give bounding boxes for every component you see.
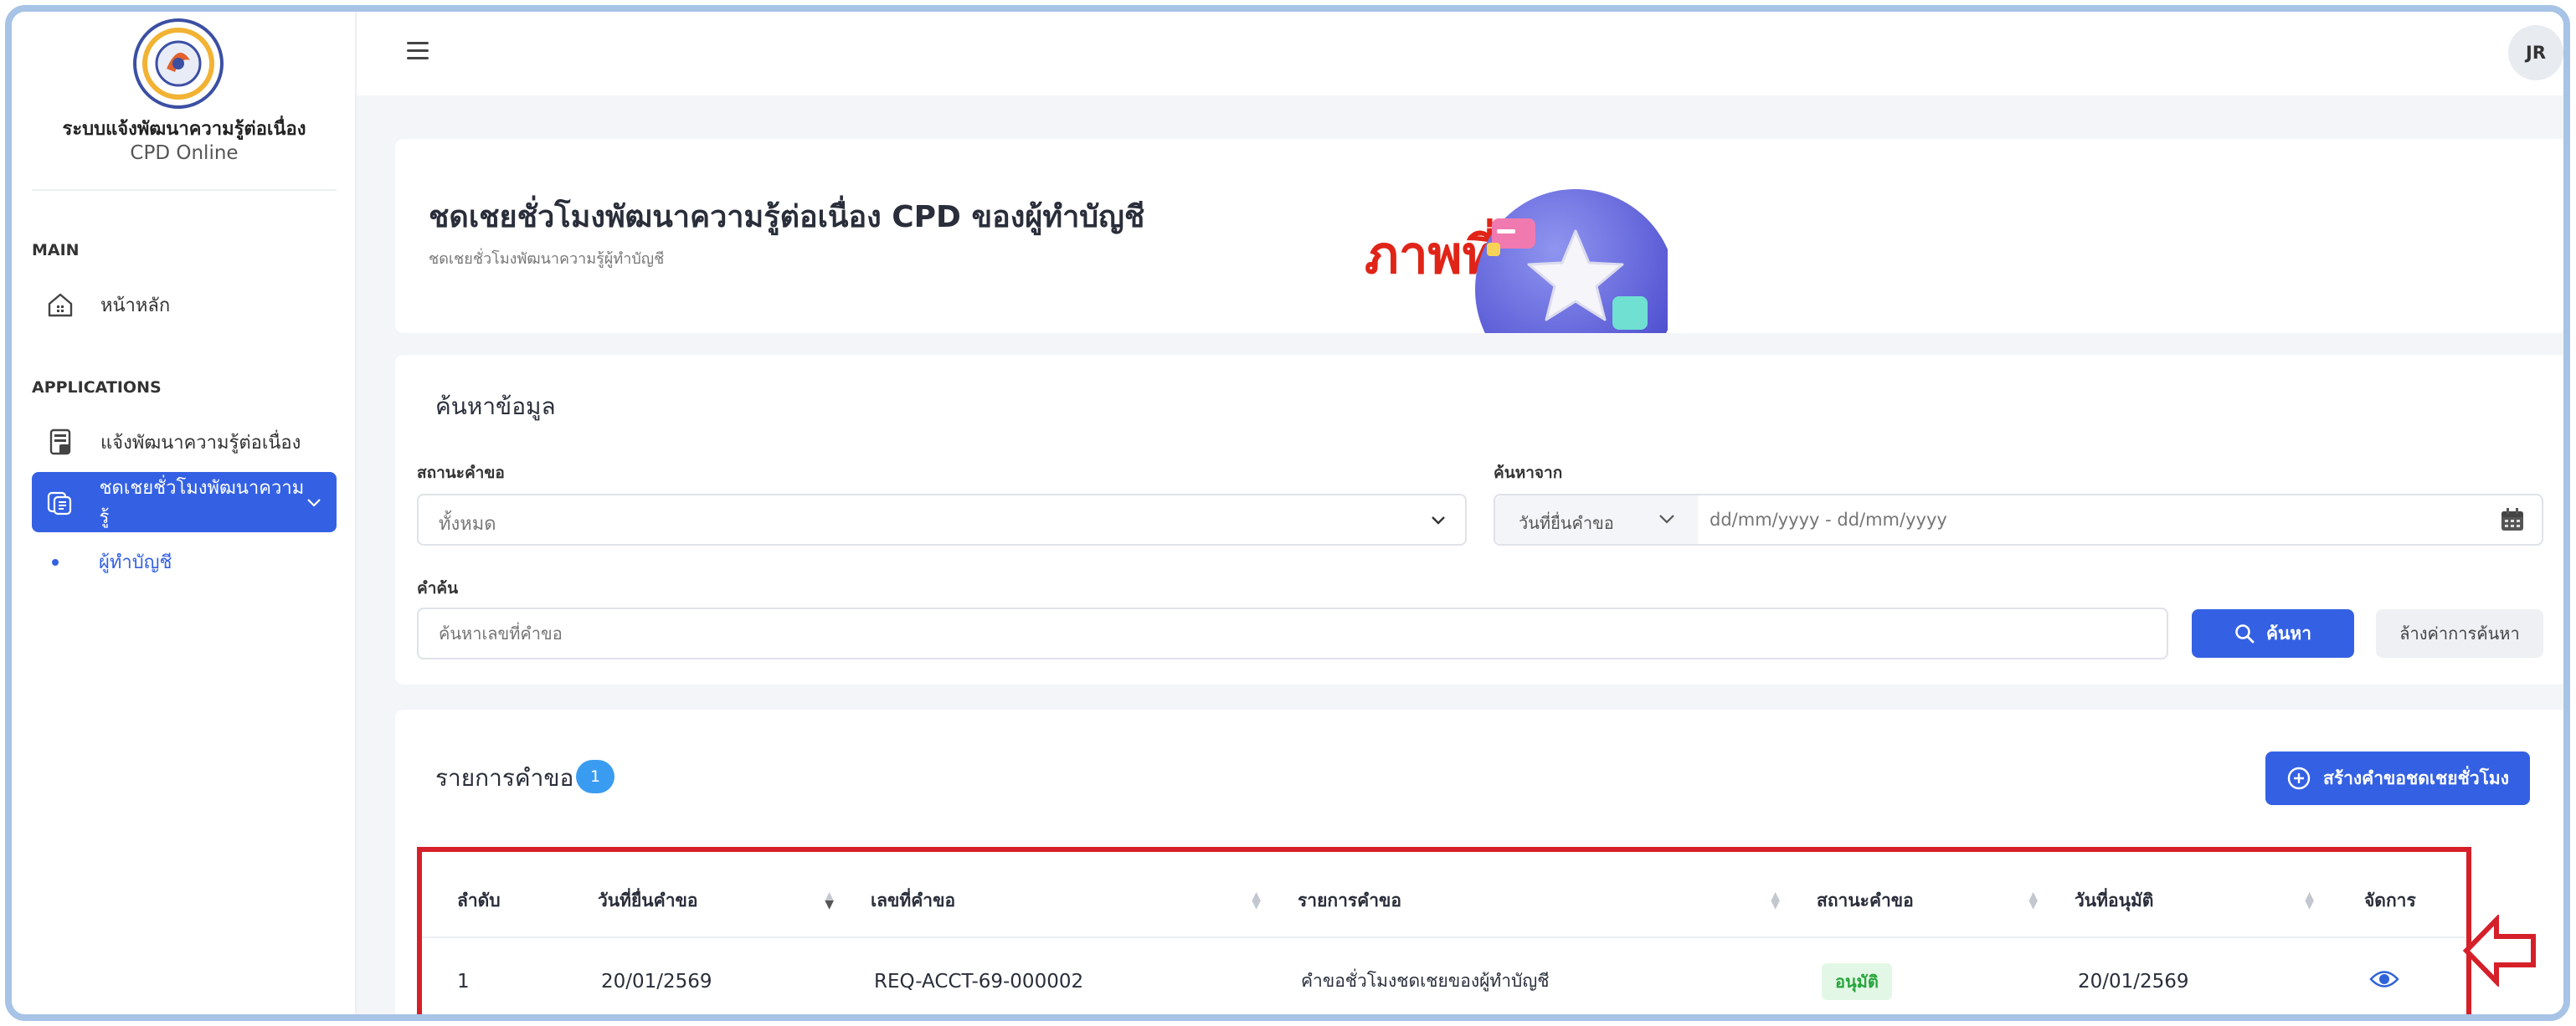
org-subtitle: CPD Online — [130, 142, 239, 164]
search-from-select[interactable]: วันที่ยื่นคำขอ — [1495, 495, 1698, 544]
user-avatar[interactable]: JR — [2508, 25, 2563, 80]
calendar-icon[interactable] — [2500, 507, 2525, 536]
section-main-heading: MAIN — [32, 241, 80, 259]
page-subtitle: ชดเชยชั่วโมงพัฒนาความรู้ผู้ทำบัญชี — [429, 250, 665, 268]
keyword-label: คำค้น — [417, 579, 459, 598]
search-button[interactable]: ค้นหา — [2192, 609, 2354, 658]
status-select-value: ทั้งหมด — [439, 514, 496, 535]
org-title: ระบบแจ้งพัฒนาความรู้ต่อเนื่อง — [62, 119, 306, 140]
annotation-highlight-box — [417, 847, 2471, 1014]
organization-logo — [133, 18, 224, 109]
keyword-field-wrapper — [417, 608, 2168, 659]
bullet-icon — [52, 558, 59, 566]
status-label: สถานะคำขอ — [417, 464, 505, 482]
search-button-label: ค้นหา — [2265, 623, 2312, 644]
page-header-card: ชดเชยชั่วโมงพัฒนาความรู้ต่อเนื่อง CPD ขอ… — [395, 139, 2563, 333]
menu-toggle-icon[interactable] — [407, 42, 429, 60]
page-title: ชดเชยชั่วโมงพัฒนาความรู้ต่อเนื่อง CPD ขอ… — [429, 200, 1145, 234]
sidebar-item-label: หน้าหลัก — [100, 295, 171, 316]
sidebar-divider — [32, 189, 337, 191]
chevron-down-icon — [1658, 512, 1676, 528]
home-icon — [44, 288, 77, 321]
chevron-down-icon — [306, 492, 321, 512]
top-bar: JR — [357, 12, 2563, 95]
search-icon — [2234, 623, 2255, 644]
status-select[interactable]: ทั้งหมด — [417, 494, 1467, 546]
list-title: รายการคำขอ — [435, 764, 574, 792]
create-request-label: สร้างคำขอชดเชยชั่วโมง — [2323, 767, 2509, 788]
sidebar-item-home[interactable]: หน้าหลัก — [32, 274, 337, 335]
chevron-down-icon — [1430, 514, 1447, 530]
sidebar-subitem-accountant[interactable]: ผู้ทำบัญชี — [52, 547, 172, 577]
search-card: ค้นหาข้อมูล สถานะคำขอ ทั้งหมด ค้นหาจาก ว… — [395, 355, 2563, 685]
files-icon — [44, 485, 76, 519]
app-window: ระบบแจ้งพัฒนาความรู้ต่อเนื่อง CPD Online… — [5, 5, 2570, 1021]
date-range-group: วันที่ยื่นคำขอ — [1494, 494, 2543, 546]
annotation-arrow-icon — [2462, 915, 2536, 987]
sidebar-item-label: ชดเชยชั่วโมงพัฒนาความรู้ — [99, 478, 305, 528]
sidebar-item-cpd-report[interactable]: แจ้งพัฒนาความรู้ต่อเนื่อง — [32, 412, 337, 472]
count-badge: 1 — [576, 760, 614, 793]
sidebar-subitem-label: ผู้ทำบัญชี — [99, 552, 172, 573]
search-from-label: ค้นหาจาก — [1494, 464, 1563, 482]
keyword-search-input[interactable] — [439, 618, 2113, 649]
sidebar: ระบบแจ้งพัฒนาความรู้ต่อเนื่อง CPD Online… — [12, 12, 357, 1014]
create-request-button[interactable]: สร้างคำขอชดเชยชั่วโมง — [2265, 752, 2530, 805]
clear-search-button[interactable]: ล้างค่าการค้นหา — [2376, 609, 2543, 658]
document-icon — [44, 425, 77, 459]
plus-circle-icon — [2286, 766, 2311, 791]
star-illustration — [1475, 189, 1668, 333]
sidebar-item-label: แจ้งพัฒนาความรู้ต่อเนื่อง — [100, 432, 301, 454]
date-range-input[interactable] — [1710, 504, 2463, 536]
search-from-value: วันที่ยื่นคำขอ — [1519, 513, 1614, 533]
sidebar-item-cpd-compensation[interactable]: ชดเชยชั่วโมงพัฒนาความรู้ — [32, 472, 337, 532]
search-section-title: ค้นหาข้อมูล — [435, 392, 556, 420]
section-applications-heading: APPLICATIONS — [32, 378, 162, 397]
